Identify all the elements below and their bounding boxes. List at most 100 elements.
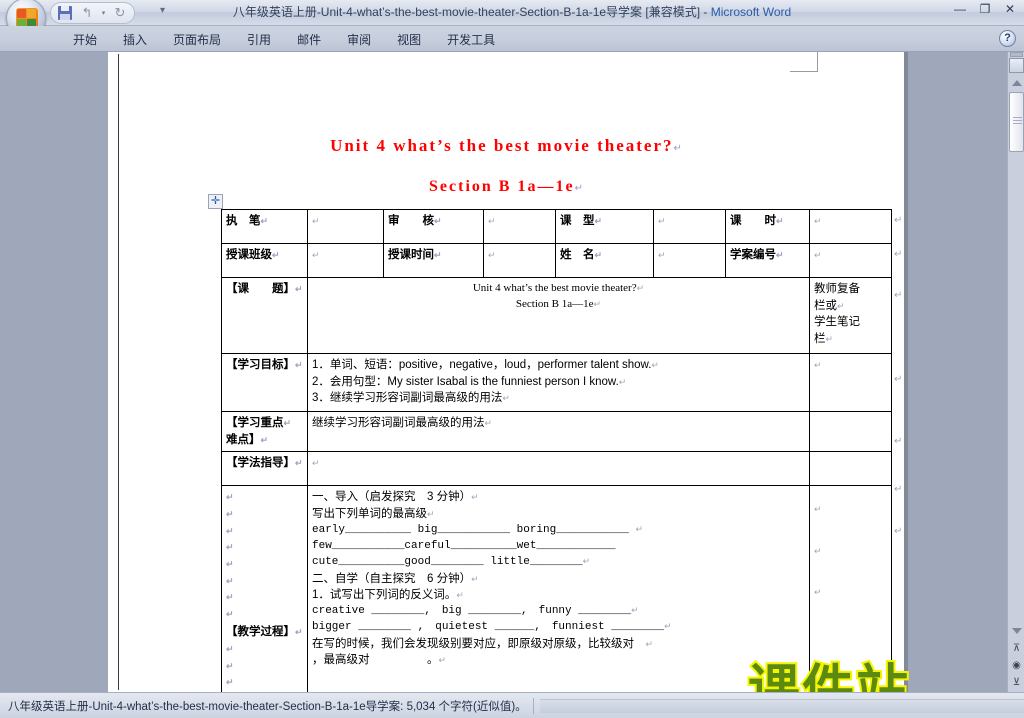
objective-item: 3．继续学习形容词副词最高级的用法↵: [312, 390, 805, 407]
cell-label-name[interactable]: 姓 名↵: [555, 243, 654, 278]
cell-label-objectives[interactable]: 【学习目标】↵: [221, 353, 308, 412]
cell-side-note-guidance[interactable]: [809, 451, 892, 487]
cell-value-lesson-type[interactable]: ↵: [653, 209, 726, 244]
topic-line-1-text: Unit 4 what’s the best movie theater?: [472, 282, 637, 294]
tab-mailings[interactable]: 邮件: [284, 27, 334, 52]
process-line-text: cute__________good________ little_______…: [312, 555, 583, 568]
document-heading-section: Section B 1a—1e↵: [108, 178, 904, 196]
objective-item: 2．会用句型：My sister Isabal is the funniest …: [312, 374, 805, 391]
pilcrow-icon: ↵: [434, 216, 442, 226]
cell-value-reviewer[interactable]: ↵: [483, 209, 556, 244]
process-line-text: bigger ________ , quietest ______, funni…: [312, 620, 665, 633]
pilcrow-icon: ↵: [837, 300, 845, 311]
cell-label-guidance[interactable]: 【学法指导】↵: [221, 451, 308, 487]
cell-text: 执 笔: [226, 215, 261, 227]
cell-label-class-time[interactable]: 授课时间↵: [383, 243, 484, 278]
restore-button[interactable]: ❐: [977, 2, 993, 16]
cell-value-name[interactable]: ↵: [653, 243, 726, 278]
cell-side-note[interactable]: 教师复备 栏或↵ 学生笔记 栏↵: [809, 277, 892, 354]
side-note-line-2-text: 栏或: [814, 299, 837, 312]
pilcrow-icon: ↵: [226, 608, 234, 619]
pilcrow-icon: ↵: [226, 575, 234, 586]
table-row[interactable]: 执 笔↵ ↵ 审 核↵ ↵ 课 型↵ ↵ 课 时↵ ↵: [221, 209, 892, 244]
tab-home[interactable]: 开始: [60, 27, 110, 52]
pilcrow-icon: ↵: [226, 677, 234, 688]
cell-value-keypoints[interactable]: 继续学习形容词副词最高级的用法↵: [307, 410, 810, 453]
cell-side-note-keypoints[interactable]: [809, 410, 892, 453]
cell-label-plan-number[interactable]: 学案编号↵: [725, 243, 810, 278]
cell-label-keypoints[interactable]: 【学习重点↵ 难点】↵: [221, 410, 308, 453]
process-line-text: 一、导入（启发探究 3 分钟）: [312, 491, 472, 504]
cell-label-reviewer[interactable]: 审 核↵: [383, 209, 484, 244]
select-browse-object-button[interactable]: ◉: [1009, 657, 1024, 673]
next-page-icon: ⊻: [1012, 676, 1021, 688]
pilcrow-icon: ↵: [814, 250, 822, 260]
chevron-up-icon: [1011, 80, 1022, 86]
lesson-plan-table[interactable]: 执 笔↵ ↵ 审 核↵ ↵ 课 型↵ ↵ 课 时↵ ↵ 授课班级↵ ↵ 授课时间…: [221, 209, 892, 701]
split-window-handle[interactable]: [1010, 52, 1023, 57]
document-heading-section-text: Section B 1a—1e: [429, 178, 575, 195]
scrollbar-thumb[interactable]: [1009, 92, 1024, 152]
table-row[interactable]: 【学法指导】↵ ↵: [221, 451, 892, 487]
close-button[interactable]: ✕: [1002, 2, 1018, 16]
cell-label-class-hours[interactable]: 课 时↵: [725, 209, 810, 244]
pilcrow-icon: ↵: [636, 283, 645, 293]
pilcrow-icon: ↵: [825, 334, 834, 345]
table-row[interactable]: ↵ ↵ ↵ ↵ ↵ ↵ ↵ ↵ 【教学过程】↵ ↵ ↵ ↵ 一、导入（启发探究 …: [221, 485, 892, 701]
cell-label-author[interactable]: 执 笔↵: [221, 209, 308, 244]
cell-value-class[interactable]: ↵: [307, 243, 384, 278]
tab-insert[interactable]: 插入: [110, 27, 160, 52]
cell-label-topic[interactable]: 【课 题】↵: [221, 277, 308, 354]
cell-value-topic[interactable]: Unit 4 what’s the best movie theater?↵ S…: [307, 277, 810, 354]
cell-label-class[interactable]: 授课班级↵: [221, 243, 308, 278]
cell-value-process[interactable]: 一、导入（启发探究 3 分钟）↵ 写出下列单词的最高级↵ early______…: [307, 485, 810, 701]
cell-side-note-process[interactable]: ↵ ↵ ↵: [809, 485, 892, 701]
text-boundary-top-right: [790, 52, 818, 72]
pilcrow-icon: ↵: [226, 644, 234, 655]
process-line-text: few___________careful__________wet______…: [312, 539, 616, 552]
ribbon-tabs: 开始 插入 页面布局 引用 邮件 审阅 视图 开发工具: [60, 26, 508, 52]
tab-developer[interactable]: 开发工具: [434, 27, 508, 52]
pilcrow-icon: ↵: [776, 250, 784, 260]
help-button[interactable]: ?: [999, 30, 1016, 47]
browse-object-icon[interactable]: [1009, 58, 1024, 73]
process-line: ，最高级对 。↵: [312, 652, 805, 669]
cell-value-plan-number[interactable]: ↵: [809, 243, 892, 278]
pilcrow-icon: ↵: [226, 660, 234, 671]
tab-references[interactable]: 引用: [234, 27, 284, 52]
cell-value-class-hours[interactable]: ↵: [809, 209, 892, 244]
status-bar-filler: [539, 698, 1024, 713]
tab-review[interactable]: 审阅: [334, 27, 384, 52]
document-workspace[interactable]: ✛ Unit 4 what’s the best movie theater?↵…: [0, 52, 1024, 718]
table-row[interactable]: 【学习目标】↵ 1．单词、短语：positive，negative，loud，p…: [221, 353, 892, 412]
cell-value-author[interactable]: ↵: [307, 209, 384, 244]
previous-page-button[interactable]: ⊼: [1009, 640, 1024, 656]
cell-value-guidance[interactable]: ↵: [307, 451, 810, 487]
tab-page-layout[interactable]: 页面布局: [160, 27, 234, 52]
pilcrow-icon: ↵: [894, 484, 903, 495]
cell-label-lesson-type[interactable]: 课 型↵: [555, 209, 654, 244]
process-line: creative ________, big ________, funny _…: [312, 604, 805, 620]
cell-side-note-objectives[interactable]: ↵: [809, 353, 892, 412]
table-row[interactable]: 【课 题】↵ Unit 4 what’s the best movie thea…: [221, 277, 892, 354]
table-row[interactable]: 【学习重点↵ 难点】↵ 继续学习形容词副词最高级的用法↵: [221, 410, 892, 453]
pilcrow-icon: ↵: [894, 215, 903, 226]
table-move-handle[interactable]: ✛: [208, 194, 223, 209]
pilcrow-icon: ↵: [645, 638, 654, 649]
cell-value-class-time[interactable]: ↵: [483, 243, 556, 278]
window-title: 八年级英语上册-Unit-4-what’s-the-best-movie-the…: [0, 3, 1024, 20]
pilcrow-icon: ↵: [618, 376, 627, 387]
tab-view[interactable]: 视图: [384, 27, 434, 52]
next-page-button[interactable]: ⊻: [1009, 674, 1024, 690]
pilcrow-icon: ↵: [894, 526, 903, 537]
pilcrow-icon: ↵: [635, 524, 644, 535]
scroll-down-button[interactable]: [1009, 624, 1024, 638]
cell-value-objectives[interactable]: 1．单词、短语：positive，negative，loud，performer…: [307, 353, 810, 412]
scroll-up-button[interactable]: [1009, 76, 1024, 90]
process-line-text: 在写的时候，我们会发现级别要对应，即原级对原级，比较级对: [312, 637, 634, 650]
vertical-scrollbar[interactable]: ⊼ ◉ ⊻: [1007, 52, 1024, 692]
document-heading-unit: Unit 4 what’s the best movie theater?↵: [108, 136, 904, 156]
minimize-button[interactable]: —: [952, 2, 968, 16]
table-row[interactable]: 授课班级↵ ↵ 授课时间↵ ↵ 姓 名↵ ↵ 学案编号↵ ↵: [221, 243, 892, 278]
cell-label-process[interactable]: ↵ ↵ ↵ ↵ ↵ ↵ ↵ ↵ 【教学过程】↵ ↵ ↵ ↵: [221, 485, 308, 701]
